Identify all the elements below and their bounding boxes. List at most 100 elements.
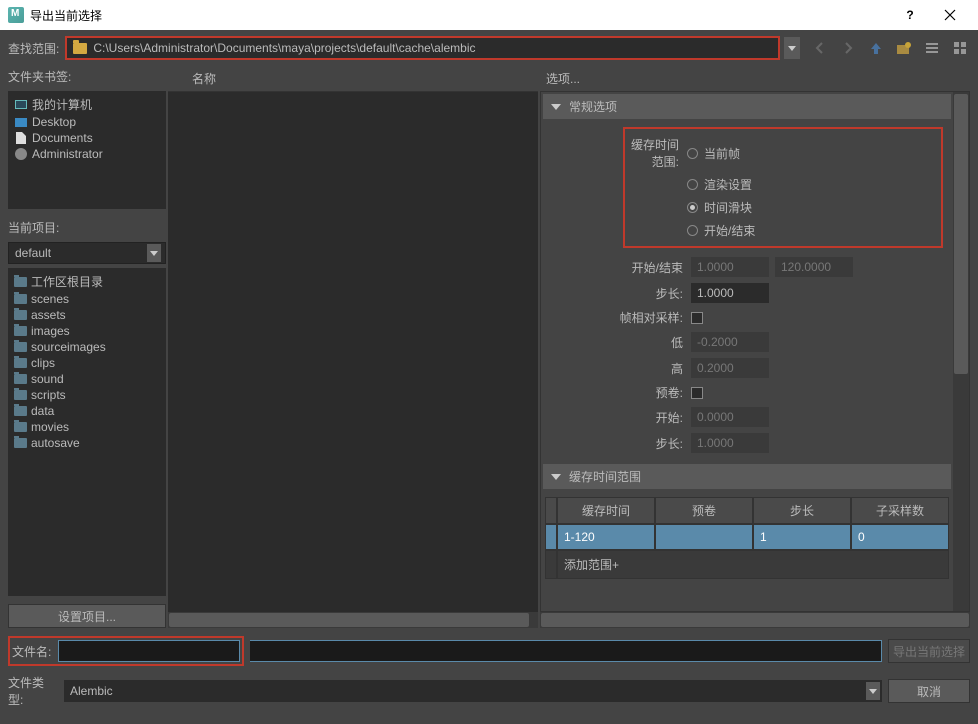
start-field: 1.0000 xyxy=(691,257,769,277)
end-field: 120.0000 xyxy=(775,257,853,277)
folder-icon xyxy=(14,390,27,400)
nav-up-icon[interactable] xyxy=(866,38,886,58)
path-input-box[interactable]: C:\Users\Administrator\Documents\maya\pr… xyxy=(65,36,780,60)
nav-back-icon[interactable] xyxy=(810,38,830,58)
new-folder-icon[interactable] xyxy=(894,38,914,58)
vertical-scrollbar[interactable] xyxy=(953,92,969,611)
folder-icon xyxy=(73,43,87,54)
window-titlebar: 导出当前选择 ? xyxy=(0,0,978,30)
current-project-dropdown[interactable]: default xyxy=(8,242,166,264)
folder-icon xyxy=(14,358,27,368)
file-list-header[interactable]: 名称 xyxy=(168,66,538,92)
high-field: 0.2000 xyxy=(691,358,769,378)
table-header-subsamples[interactable]: 子采样数 xyxy=(851,497,949,524)
path-dropdown-button[interactable] xyxy=(784,37,800,59)
general-options-section[interactable]: 常规选项 xyxy=(543,94,951,119)
project-folder-item[interactable]: assets xyxy=(12,307,162,323)
filetype-label: 文件类型: xyxy=(8,674,58,708)
filetype-dropdown[interactable]: Alembic xyxy=(64,680,882,702)
folder-icon xyxy=(14,294,27,304)
folder-icon xyxy=(14,422,27,432)
table-header-step[interactable]: 步长 xyxy=(753,497,851,524)
file-list[interactable] xyxy=(168,92,538,612)
radio-current-frame[interactable] xyxy=(687,148,698,159)
preroll-start-field: 0.0000 xyxy=(691,407,769,427)
horizontal-scrollbar[interactable] xyxy=(540,612,970,628)
filename-input-extended[interactable] xyxy=(250,640,882,662)
cache-range-section[interactable]: 缓存时间范围 xyxy=(543,464,951,489)
list-view-icon[interactable] xyxy=(922,38,942,58)
frame-relative-checkbox[interactable] xyxy=(691,312,703,324)
bookmarks-label: 文件夹书签: xyxy=(8,66,166,87)
document-icon xyxy=(16,132,26,144)
collapse-icon xyxy=(551,474,561,480)
preroll-step-field: 1.0000 xyxy=(691,433,769,453)
filename-group: 文件名: xyxy=(8,636,244,666)
folder-icon xyxy=(14,342,27,352)
current-project-label: 当前项目: xyxy=(8,217,166,238)
user-icon xyxy=(15,148,27,160)
chevron-down-icon xyxy=(147,244,161,262)
help-button[interactable]: ? xyxy=(890,0,930,30)
cache-time-range-group: 缓存时间范围: 当前帧 渲染设置 时间滑块 xyxy=(623,127,943,248)
folder-icon xyxy=(14,277,27,287)
project-folder-item[interactable]: scenes xyxy=(12,291,162,307)
chevron-down-icon xyxy=(866,682,880,700)
close-button[interactable] xyxy=(930,0,970,30)
project-folder-item[interactable]: movies xyxy=(12,419,162,435)
path-label: 查找范围: xyxy=(8,40,59,57)
project-folder-item[interactable]: data xyxy=(12,403,162,419)
filename-label: 文件名: xyxy=(12,643,58,660)
nav-toolbar xyxy=(806,38,970,58)
folder-icon xyxy=(14,374,27,384)
add-range-row[interactable]: 添加范围+ xyxy=(545,550,949,579)
project-folder-item[interactable]: sourceimages xyxy=(12,339,162,355)
desktop-icon xyxy=(15,118,27,127)
collapse-icon xyxy=(551,104,561,110)
project-folder-item[interactable]: clips xyxy=(12,355,162,371)
monitor-icon xyxy=(15,100,27,109)
bookmark-desktop[interactable]: Desktop xyxy=(12,114,162,130)
low-field: -0.2000 xyxy=(691,332,769,352)
project-folder-list: 工作区根目录 scenes assets images sourceimages… xyxy=(8,268,166,596)
cancel-button[interactable]: 取消 xyxy=(888,679,970,703)
filename-input[interactable] xyxy=(58,640,240,662)
bookmarks-panel: 我的计算机 Desktop Documents Administrator xyxy=(8,91,166,209)
table-corner xyxy=(545,497,557,524)
step-field[interactable]: 1.0000 xyxy=(691,283,769,303)
table-header-preroll[interactable]: 预卷 xyxy=(655,497,753,524)
project-folder-item[interactable]: autosave xyxy=(12,435,162,451)
radio-start-end[interactable] xyxy=(687,225,698,236)
left-sidebar: 文件夹书签: 我的计算机 Desktop Documents Administr… xyxy=(8,66,166,628)
bookmark-administrator[interactable]: Administrator xyxy=(12,146,162,162)
app-icon xyxy=(8,7,24,23)
thumbnail-view-icon[interactable] xyxy=(950,38,970,58)
cache-time-range-label: 缓存时间范围: xyxy=(625,136,687,170)
radio-render-settings[interactable] xyxy=(687,179,698,190)
project-folder-item[interactable]: scripts xyxy=(12,387,162,403)
bottom-bar: 文件名: 导出当前选择 文件类型: Alembic 取消 xyxy=(0,628,978,724)
project-folder-item[interactable]: images xyxy=(12,323,162,339)
table-header-cache-time[interactable]: 缓存时间 xyxy=(557,497,655,524)
options-panel: 选项... 常规选项 缓存时间范围: 当前帧 渲染设置 xyxy=(540,66,970,628)
file-list-panel: 名称 xyxy=(168,66,538,628)
export-button[interactable]: 导出当前选择 xyxy=(888,639,970,663)
cache-range-table: 缓存时间 预卷 步长 子采样数 1-120 1 0 添加范围+ xyxy=(545,497,949,579)
folder-icon xyxy=(14,326,27,336)
radio-time-slider[interactable] xyxy=(687,202,698,213)
project-folder-item[interactable]: 工作区根目录 xyxy=(12,272,162,291)
folder-icon xyxy=(14,310,27,320)
options-header: 选项... xyxy=(540,66,970,91)
horizontal-scrollbar[interactable] xyxy=(168,612,538,628)
set-project-button[interactable]: 设置项目... xyxy=(8,604,166,628)
path-text: C:\Users\Administrator\Documents\maya\pr… xyxy=(93,41,772,55)
nav-forward-icon[interactable] xyxy=(838,38,858,58)
folder-icon xyxy=(14,406,27,416)
bookmark-documents[interactable]: Documents xyxy=(12,130,162,146)
folder-icon xyxy=(14,438,27,448)
preroll-checkbox[interactable] xyxy=(691,387,703,399)
path-bar: 查找范围: C:\Users\Administrator\Documents\m… xyxy=(0,30,978,66)
bookmark-my-computer[interactable]: 我的计算机 xyxy=(12,95,162,114)
table-row[interactable]: 1-120 1 0 xyxy=(545,524,949,550)
project-folder-item[interactable]: sound xyxy=(12,371,162,387)
